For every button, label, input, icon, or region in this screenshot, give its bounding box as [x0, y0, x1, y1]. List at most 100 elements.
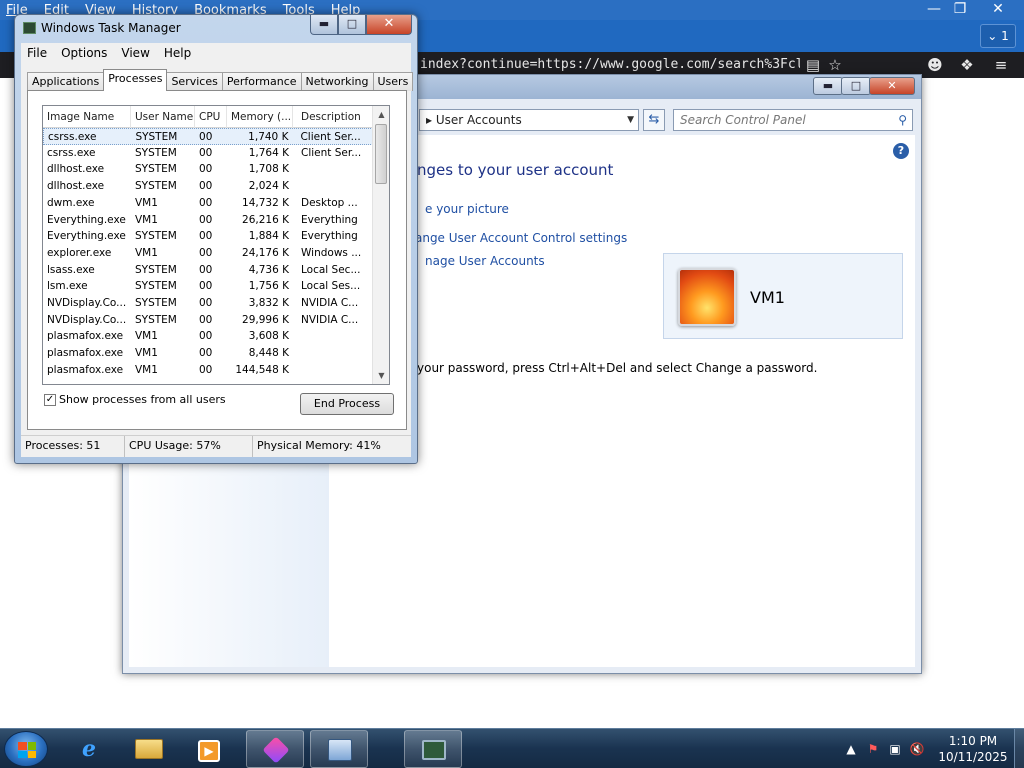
- taskbar-media-player[interactable]: ▶: [180, 730, 238, 768]
- column-cpu[interactable]: CPU: [195, 106, 227, 128]
- cell-image-name: csrss.exe: [47, 146, 96, 159]
- table-row[interactable]: NVDisplay.Co... SYSTEM 00 29,996 K NVIDIA C.…: [43, 312, 373, 329]
- extensions-icon[interactable]: ❖: [956, 54, 978, 76]
- cell-user-name: SYSTEM: [135, 180, 177, 193]
- menu-help[interactable]: Help: [164, 46, 191, 60]
- tab-applications[interactable]: Applications: [27, 72, 105, 91]
- hamburger-menu-icon[interactable]: ≡: [990, 54, 1012, 76]
- window-title[interactable]: Windows Task Manager: [41, 21, 181, 35]
- user-card: VM1: [663, 253, 903, 339]
- change-picture-link[interactable]: e your picture: [425, 202, 509, 216]
- start-button[interactable]: [4, 731, 48, 767]
- column-description[interactable]: Description: [293, 106, 373, 128]
- show-all-users-label: Show processes from all users: [59, 393, 226, 406]
- tab-users[interactable]: Users: [372, 72, 414, 91]
- table-row[interactable]: dllhost.exe SYSTEM 00 2,024 K: [43, 178, 373, 195]
- table-row[interactable]: csrss.exe SYSTEM 00 1,764 K Client Ser...: [43, 145, 373, 162]
- task-manager-app-icon: [23, 22, 36, 34]
- column-user-name[interactable]: User Name: [131, 106, 195, 128]
- table-row[interactable]: plasmafox.exe VM1 00 3,608 K: [43, 328, 373, 345]
- table-row[interactable]: Everything.exe SYSTEM 00 1,884 K Everything: [43, 228, 373, 245]
- cell-description: Desktop ...: [301, 196, 358, 209]
- help-icon[interactable]: ?: [893, 143, 909, 159]
- cp-close-button[interactable]: ✕: [869, 77, 915, 95]
- show-hidden-icons-icon[interactable]: ▲: [840, 738, 862, 760]
- show-all-users-checkbox[interactable]: ✓ Show processes from all users: [44, 393, 226, 406]
- cell-image-name: Everything.exe: [47, 213, 126, 226]
- tab-processes[interactable]: Processes: [103, 69, 168, 91]
- action-center-icon[interactable]: ⚑: [862, 738, 884, 760]
- address-bar[interactable]: ▸ User Accounts ▼: [419, 109, 639, 131]
- search-input[interactable]: Search Control Panel ⚲: [673, 109, 913, 131]
- task-manager-window: Windows Task Manager ▬ □ ✕ File Options …: [14, 14, 418, 464]
- cell-cpu: 00: [199, 280, 213, 293]
- bookmark-star-icon[interactable]: ☆: [824, 54, 846, 76]
- scroll-down-icon[interactable]: ▼: [373, 367, 389, 384]
- volume-muted-icon[interactable]: 🔇: [906, 738, 928, 760]
- menu-view[interactable]: View: [121, 46, 149, 60]
- clock[interactable]: 1:10 PM 10/11/2025: [930, 733, 1016, 765]
- uac-settings-link[interactable]: Change User Account Control settings: [399, 231, 627, 245]
- tab-performance[interactable]: Performance: [221, 72, 302, 91]
- cell-cpu: 00: [199, 246, 213, 259]
- cell-cpu: 00: [199, 163, 213, 176]
- cp-minimize-button[interactable]: ▬: [813, 77, 843, 95]
- table-row[interactable]: Everything.exe VM1 00 26,216 K Everything: [43, 212, 373, 229]
- table-row[interactable]: explorer.exe VM1 00 24,176 K Windows ...: [43, 245, 373, 262]
- taskbar-control-panel[interactable]: [310, 730, 368, 768]
- tab-services[interactable]: Services: [166, 72, 223, 91]
- menu-options[interactable]: Options: [61, 46, 107, 60]
- table-row[interactable]: lsass.exe SYSTEM 00 4,736 K Local Sec...: [43, 262, 373, 279]
- search-icon[interactable]: ⚲: [898, 110, 907, 130]
- cell-description: Everything: [301, 230, 358, 243]
- taskbar-internet-explorer[interactable]: e: [60, 730, 118, 768]
- browser-close-button[interactable]: ✕: [984, 0, 1012, 18]
- cell-image-name: NVDisplay.Co...: [47, 313, 127, 326]
- end-process-button[interactable]: End Process: [300, 393, 394, 415]
- table-row[interactable]: dllhost.exe SYSTEM 00 1,708 K: [43, 161, 373, 178]
- cell-memory: 4,736 K: [248, 263, 289, 276]
- tab-networking[interactable]: Networking: [300, 72, 374, 91]
- cell-user-name: SYSTEM: [135, 297, 177, 309]
- column-memory[interactable]: Memory (...: [227, 106, 293, 128]
- cp-maximize-button[interactable]: □: [841, 77, 871, 95]
- cell-memory: 144,548 K: [235, 363, 289, 376]
- cell-description: [293, 178, 373, 195]
- scroll-thumb[interactable]: [375, 124, 387, 184]
- column-image-name[interactable]: Image Name: [43, 106, 131, 128]
- cell-cpu: 00: [199, 330, 213, 343]
- taskbar-windows-explorer[interactable]: [120, 730, 178, 768]
- tab-count-button[interactable]: ⌄ 1: [980, 24, 1016, 48]
- network-icon[interactable]: ▣: [884, 738, 906, 760]
- manage-accounts-link[interactable]: nage User Accounts: [425, 254, 545, 268]
- menu-file[interactable]: File: [27, 46, 47, 60]
- scroll-up-icon[interactable]: ▲: [373, 106, 389, 123]
- table-row[interactable]: dwm.exe VM1 00 14,732 K Desktop ...: [43, 195, 373, 212]
- checkbox-check-icon[interactable]: ✓: [44, 393, 56, 406]
- table-row[interactable]: csrss.exe SYSTEM 00 1,740 K Client Ser...: [43, 128, 373, 145]
- browser-minimize-button[interactable]: —: [920, 0, 948, 18]
- table-row[interactable]: lsm.exe SYSTEM 00 1,756 K Local Ses...: [43, 278, 373, 295]
- close-button[interactable]: ✕: [366, 15, 412, 35]
- table-row[interactable]: NVDisplay.Co... SYSTEM 00 3,832 K NVIDIA C..…: [43, 295, 373, 312]
- url-bar[interactable]: index?continue=https://www.google.com/se…: [420, 55, 800, 75]
- refresh-button[interactable]: ⇆: [643, 109, 665, 131]
- minimize-button[interactable]: ▬: [310, 15, 338, 35]
- cell-description: NVIDIA C...: [301, 297, 359, 309]
- control-panel-icon: [325, 736, 355, 764]
- reader-view-icon[interactable]: ▤: [802, 54, 824, 76]
- vertical-scrollbar[interactable]: ▲ ▼: [372, 106, 389, 384]
- cell-cpu: 00: [199, 347, 213, 360]
- account-icon[interactable]: ☻: [924, 54, 946, 76]
- maximize-button[interactable]: □: [338, 15, 366, 35]
- show-desktop-button[interactable]: [1014, 729, 1024, 768]
- process-list[interactable]: Image Name User Name CPU Memory (... Des…: [42, 105, 390, 385]
- taskbar-task-manager[interactable]: [404, 730, 462, 768]
- avatar[interactable]: [678, 268, 736, 326]
- cell-description: Windows ...: [301, 246, 362, 259]
- table-row[interactable]: plasmafox.exe VM1 00 8,448 K: [43, 345, 373, 362]
- taskbar-plasmafox[interactable]: [246, 730, 304, 768]
- table-row[interactable]: plasmafox.exe VM1 00 144,548 K: [43, 362, 373, 379]
- chevron-down-icon[interactable]: ▼: [627, 110, 634, 130]
- browser-maximize-button[interactable]: ❐: [946, 0, 974, 18]
